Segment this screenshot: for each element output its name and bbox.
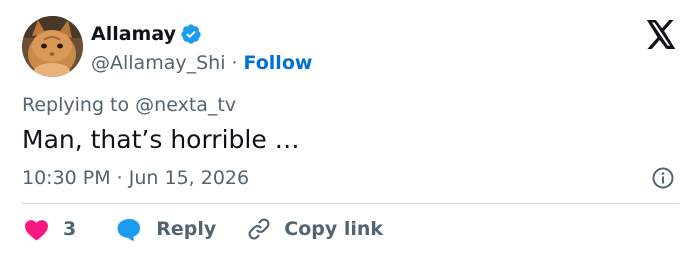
- copy-link-button[interactable]: Copy link: [246, 216, 383, 242]
- tweet-embed-card: Allamay @Allamay_Shi · Follow Replying t…: [0, 0, 700, 256]
- kitten-avatar-image: [22, 16, 83, 77]
- separator-dot: ·: [231, 52, 238, 74]
- x-logo-icon[interactable]: [645, 20, 677, 49]
- display-name[interactable]: Allamay: [91, 21, 176, 47]
- follow-button[interactable]: Follow: [244, 50, 313, 76]
- handle-row: @Allamay_Shi · Follow: [91, 50, 312, 76]
- link-icon: [248, 218, 270, 240]
- verified-badge-icon: [181, 24, 201, 44]
- user-handle[interactable]: @Allamay_Shi: [91, 50, 225, 76]
- tweet-text: Man, that’s horrible …: [22, 125, 300, 154]
- like-count: 3: [63, 218, 77, 240]
- copy-link-label: Copy link: [284, 218, 384, 240]
- tweet-timestamp[interactable]: 10:30 PM · Jun 15, 2026: [22, 166, 249, 190]
- author-block: Allamay @Allamay_Shi · Follow: [91, 21, 312, 76]
- replying-to-line: Replying to @nexta_tv: [22, 93, 236, 117]
- heart-icon: [25, 219, 48, 240]
- divider: [22, 203, 679, 204]
- reply-button[interactable]: Reply: [116, 217, 216, 241]
- action-bar: 3 Reply Copy link: [22, 214, 383, 244]
- replying-to-prefix: Replying to: [22, 94, 130, 116]
- reply-mention-link[interactable]: @nexta_tv: [135, 94, 236, 116]
- name-row: Allamay: [91, 21, 312, 47]
- like-button[interactable]: 3: [24, 217, 76, 241]
- reply-label: Reply: [156, 218, 217, 240]
- info-icon[interactable]: [651, 166, 675, 190]
- reply-bubble-icon: [117, 219, 141, 241]
- avatar[interactable]: [22, 16, 83, 77]
